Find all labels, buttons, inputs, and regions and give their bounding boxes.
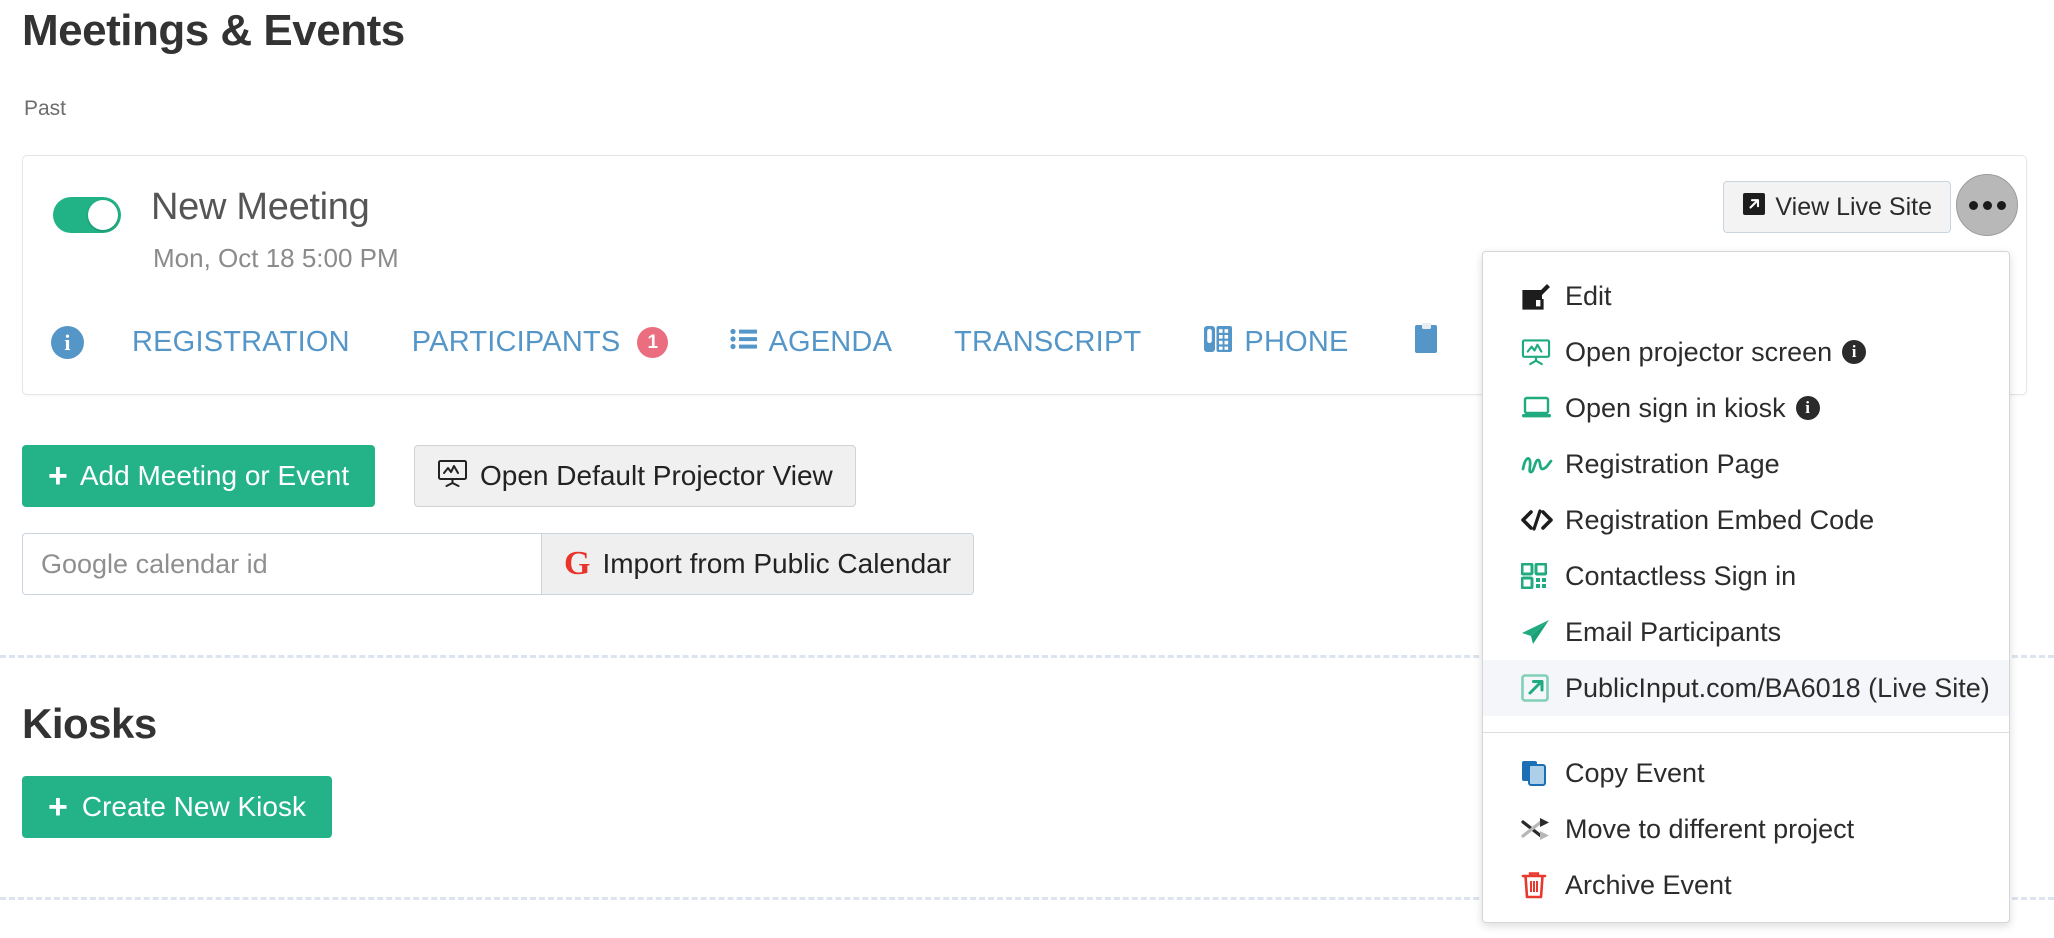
tab-hidden-partial[interactable]: [1411, 322, 1445, 364]
menu-item-open-projector-screen[interactable]: Open projector screen i: [1483, 324, 2009, 380]
menu-item-edit-label: Edit: [1565, 280, 1612, 311]
menu-item-registration-page-label: Registration Page: [1565, 448, 1780, 479]
tab-participants[interactable]: PARTICIPANTS 1: [412, 326, 669, 359]
meeting-options-button[interactable]: [1956, 174, 2018, 236]
tab-transcript[interactable]: TRANSCRIPT: [954, 326, 1141, 359]
code-icon: [1521, 508, 1565, 532]
kiosks-section-title: Kiosks: [22, 700, 157, 747]
signature-icon: [1521, 452, 1565, 476]
dropdown-group-primary: Edit Open projector screen i Open sign i…: [1483, 266, 2009, 716]
clipboard-icon: [1411, 322, 1445, 364]
external-link-icon: [1521, 674, 1565, 702]
tab-registration[interactable]: REGISTRATION: [132, 326, 350, 359]
create-new-kiosk-button[interactable]: + Create New Kiosk: [22, 776, 332, 838]
phone-keypad-icon: [1203, 324, 1233, 362]
projector-screen-icon: [1521, 338, 1565, 366]
info-badge-icon[interactable]: i: [1842, 340, 1867, 364]
external-link-icon: [1742, 192, 1766, 223]
participants-count-badge: 1: [637, 327, 669, 358]
meetings-events-page: Meetings & Events Past New Meeting Mon, …: [0, 0, 2054, 938]
ellipsis-dot: [1996, 200, 2006, 210]
plus-icon: +: [48, 788, 68, 826]
tab-agenda[interactable]: AGENDA: [730, 326, 892, 359]
plus-icon: +: [48, 457, 68, 495]
qr-code-icon: [1521, 563, 1565, 589]
menu-item-public-input-live-site[interactable]: PublicInput.com/BA6018 (Live Site): [1483, 660, 2009, 716]
menu-item-archive-event-label: Archive Event: [1565, 869, 1732, 900]
meeting-title: New Meeting: [151, 186, 370, 228]
tab-registration-label: REGISTRATION: [132, 326, 350, 358]
past-section-label: Past: [24, 97, 67, 120]
view-live-site-label: View Live Site: [1775, 192, 1932, 221]
menu-item-move-to-different-project-label: Move to different project: [1565, 813, 1855, 844]
open-projector-label: Open Default Projector View: [480, 460, 833, 491]
tab-agenda-label: AGENDA: [768, 326, 893, 358]
add-meeting-or-event-button[interactable]: + Add Meeting or Event: [22, 445, 376, 507]
menu-item-contactless-sign-in-label: Contactless Sign in: [1565, 560, 1797, 591]
paper-plane-icon: [1521, 618, 1565, 646]
menu-item-registration-embed-code[interactable]: Registration Embed Code: [1483, 492, 2009, 548]
menu-item-open-sign-in-kiosk[interactable]: Open sign in kiosk i: [1483, 380, 2009, 436]
tab-participants-label: PARTICIPANTS: [411, 326, 621, 358]
page-title: Meetings & Events: [22, 6, 405, 55]
menu-item-archive-event[interactable]: Archive Event: [1483, 857, 2009, 913]
open-default-projector-view-button[interactable]: Open Default Projector View: [414, 445, 856, 507]
edit-pencil-icon: [1521, 281, 1565, 311]
google-g-icon: G: [564, 545, 591, 582]
dropdown-group-secondary: Copy Event Move to different project Arc…: [1483, 745, 2009, 913]
import-from-public-calendar-button[interactable]: G Import from Public Calendar: [541, 533, 975, 595]
meeting-date: Mon, Oct 18 5:00 PM: [153, 243, 399, 273]
menu-item-registration-embed-code-label: Registration Embed Code: [1565, 504, 1875, 535]
shuffle-arrows-icon: [1521, 817, 1565, 841]
menu-item-email-participants[interactable]: Email Participants: [1483, 604, 2009, 660]
toggle-knob: [88, 200, 118, 230]
menu-item-open-projector-screen-label: Open projector screen: [1565, 336, 1833, 367]
trash-icon: [1521, 871, 1565, 899]
tab-info[interactable]: i: [51, 326, 84, 359]
ellipsis-dot: [1968, 200, 1978, 210]
dropdown-separator: [1483, 732, 2009, 733]
laptop-icon: [1521, 395, 1565, 421]
menu-item-edit[interactable]: Edit: [1483, 268, 2009, 324]
info-badge-icon[interactable]: i: [1795, 396, 1820, 420]
menu-item-open-sign-in-kiosk-label: Open sign in kiosk: [1565, 392, 1786, 423]
add-meeting-label: Add Meeting or Event: [79, 460, 350, 491]
meeting-options-dropdown: Edit Open projector screen i Open sign i…: [1482, 251, 2010, 923]
menu-item-contactless-sign-in[interactable]: Contactless Sign in: [1483, 548, 2009, 604]
menu-item-copy-event-label: Copy Event: [1565, 757, 1705, 788]
meeting-enabled-toggle[interactable]: [53, 197, 121, 233]
create-kiosk-label: Create New Kiosk: [81, 791, 306, 822]
tab-phone[interactable]: PHONE: [1203, 324, 1348, 362]
google-calendar-id-input[interactable]: [22, 533, 541, 595]
import-calendar-label: Import from Public Calendar: [602, 548, 952, 579]
list-icon: [730, 326, 758, 359]
view-live-site-button[interactable]: View Live Site: [1723, 181, 1951, 233]
menu-item-email-participants-label: Email Participants: [1565, 616, 1782, 647]
google-calendar-import-row: G Import from Public Calendar: [22, 533, 975, 595]
menu-item-public-input-live-site-label: PublicInput.com/BA6018 (Live Site): [1565, 672, 1990, 703]
copy-icon: [1521, 759, 1565, 787]
menu-item-copy-event[interactable]: Copy Event: [1483, 745, 2009, 801]
tab-phone-label: PHONE: [1244, 326, 1349, 358]
menu-item-registration-page[interactable]: Registration Page: [1483, 436, 2009, 492]
projector-screen-icon: [437, 459, 468, 494]
menu-item-move-to-different-project[interactable]: Move to different project: [1483, 801, 2009, 857]
info-circle-icon: i: [51, 326, 84, 359]
tab-transcript-label: TRANSCRIPT: [954, 326, 1142, 358]
ellipsis-dot: [1982, 200, 1992, 210]
